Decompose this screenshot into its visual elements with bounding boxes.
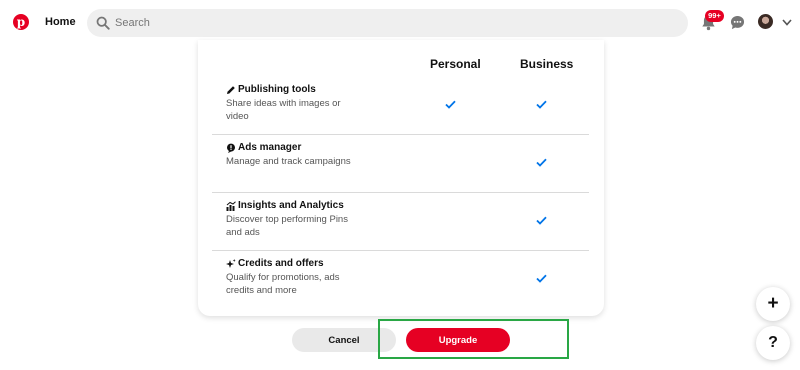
feature-description: Manage and track campaigns (226, 156, 351, 167)
notification-badge: 99+ (705, 10, 724, 22)
help-button[interactable]: ? (756, 326, 790, 360)
column-header-business: Business (520, 57, 574, 71)
avatar[interactable] (758, 14, 773, 29)
column-header-personal: Personal (430, 57, 481, 71)
check-icon (536, 100, 547, 109)
search-icon (96, 16, 110, 30)
search-input[interactable] (115, 17, 675, 29)
alert-icon (227, 143, 235, 153)
check-icon (445, 100, 456, 109)
feature-description: Qualify for promotions, ads credits and … (226, 272, 340, 296)
feature-title: Publishing tools (238, 84, 316, 95)
highlight-box (378, 319, 569, 359)
analytics-icon (226, 200, 236, 211)
check-icon (536, 274, 547, 283)
create-button[interactable]: + (756, 287, 790, 321)
plan-comparison-card: Personal Business Publishing tools Share… (198, 40, 604, 316)
sparkle-icon (226, 258, 236, 268)
feature-title: Insights and Analytics (238, 200, 344, 211)
feature-row-publishing-tools: Publishing tools Share ideas with images… (212, 77, 589, 135)
feature-row-insights-analytics: Insights and Analytics Discover top perf… (212, 193, 589, 251)
feature-title: Ads manager (238, 142, 302, 153)
check-icon (536, 216, 547, 225)
feature-row-credits-offers: Credits and offers Qualify for promotion… (212, 251, 589, 309)
feature-description: Discover top performing Pins and ads (226, 214, 348, 238)
pencil-icon (227, 85, 235, 94)
check-icon (536, 158, 547, 167)
chevron-down-icon[interactable] (782, 19, 792, 26)
home-link[interactable]: Home (45, 16, 76, 28)
chat-icon[interactable] (730, 15, 745, 30)
search-bar[interactable] (87, 9, 688, 37)
feature-row-ads-manager: Ads manager Manage and track campaigns (212, 135, 589, 193)
feature-title: Credits and offers (238, 258, 324, 269)
feature-description: Share ideas with images or video (226, 98, 341, 122)
pinterest-logo[interactable]: p (13, 14, 29, 30)
